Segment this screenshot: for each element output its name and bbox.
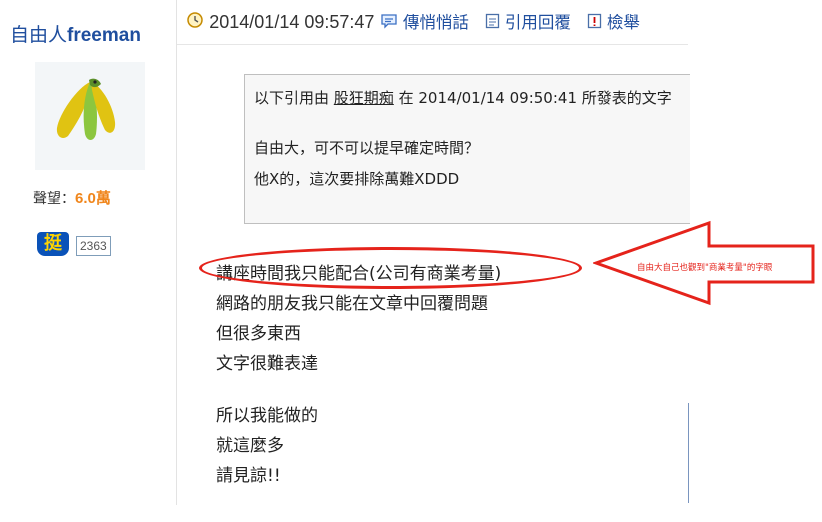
avatar[interactable]	[35, 62, 145, 170]
quote-icon	[485, 10, 500, 37]
parrot-avatar-icon	[56, 78, 116, 140]
quote-block: 以下引用由 股狂期痴 在 2014/01/14 09:50:41 所發表的文字 …	[244, 74, 690, 224]
highlight-ellipse	[199, 247, 582, 289]
annotation-label: 自由大自己也觀到"商業考量"的字眼	[637, 263, 773, 273]
reputation: 聲望：6.0萬	[33, 190, 111, 207]
quote-line: 他X的，這次要排除萬難XDDD	[254, 170, 460, 188]
user-panel: 自由人freeman 聲望：6.0萬 挺 2363	[0, 0, 176, 522]
post-timestamp: 2014/01/14 09:57:47	[209, 12, 375, 32]
whisper-link[interactable]: 傳悄悄話	[403, 13, 469, 32]
body-line: 但很多東西	[216, 324, 301, 344]
quote-line: 自由大，可不可以提早確定時間？	[254, 139, 480, 157]
chat-bubble-icon	[380, 10, 398, 37]
clock-icon	[186, 10, 204, 37]
body-line: 文字很難表達	[216, 354, 318, 374]
reply-quote-link[interactable]: 引用回覆	[505, 13, 571, 32]
badge-icon[interactable]: 挺	[37, 232, 69, 256]
body-line: 請見諒!!	[216, 466, 281, 486]
column-divider	[176, 0, 177, 505]
post-header: 2014/01/14 09:57:47 傳悄悄話 引用回覆 檢舉	[186, 8, 688, 36]
report-link[interactable]: 檢舉	[607, 13, 640, 32]
quoted-user-link[interactable]: 股狂期痴	[334, 89, 394, 107]
username-link[interactable]: 自由人freeman	[10, 20, 141, 47]
quote-header: 以下引用由 股狂期痴 在 2014/01/14 09:50:41 所發表的文字	[254, 89, 672, 107]
content-edge-line	[688, 403, 689, 503]
report-icon	[587, 10, 602, 37]
quoted-timestamp: 2014/01/14 09:50:41	[418, 89, 577, 107]
body-line: 所以我能做的	[216, 406, 318, 426]
body-line: 就這麼多	[216, 436, 284, 456]
badge-count: 2363	[76, 236, 111, 256]
header-divider	[177, 44, 688, 45]
body-line: 網路的朋友我只能在文章中回覆問題	[216, 294, 488, 314]
